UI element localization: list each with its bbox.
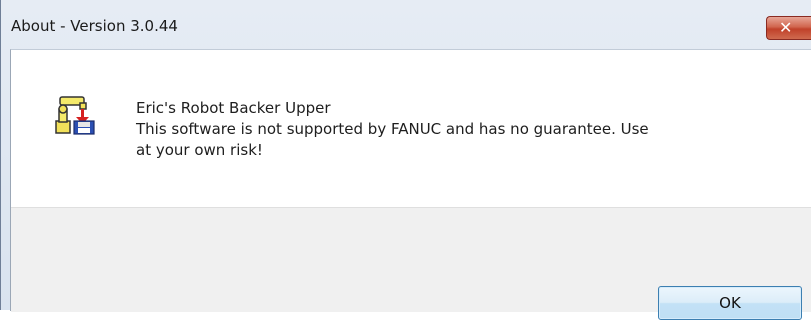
about-message: Eric's Robot Backer Upper This software …	[136, 98, 756, 161]
robot-backup-icon	[55, 96, 95, 135]
dialog-client-area: Eric's Robot Backer Upper This software …	[10, 49, 811, 320]
disclaimer-line-1: This software is not supported by FANUC …	[136, 120, 649, 138]
dialog-button-area: OK	[11, 207, 811, 320]
ok-button[interactable]: OK	[658, 286, 802, 320]
title-bar[interactable]: About - Version 3.0.44 ✕	[1, 0, 811, 49]
window-title: About - Version 3.0.44	[11, 17, 178, 35]
app-name-text: Eric's Robot Backer Upper	[136, 99, 331, 117]
close-icon: ✕	[779, 18, 793, 37]
about-dialog-window: About - Version 3.0.44 ✕ Eric's Robot Ba…	[0, 0, 811, 320]
close-button[interactable]: ✕	[766, 16, 811, 40]
disclaimer-line-2: at your own risk!	[136, 141, 263, 159]
disclaimer-text: This software is not supported by FANUC …	[136, 119, 756, 161]
dialog-content: Eric's Robot Backer Upper This software …	[11, 50, 811, 207]
